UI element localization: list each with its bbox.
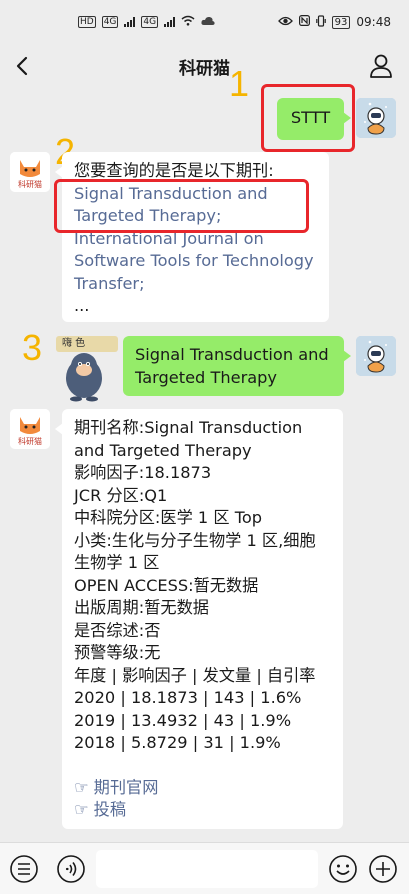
user-avatar[interactable] <box>356 98 396 138</box>
svg-text:科研猫: 科研猫 <box>18 179 42 189</box>
plus-icon[interactable] <box>368 854 398 884</box>
input-bar <box>0 842 409 894</box>
user-icon[interactable] <box>367 52 395 80</box>
detail-publication-cycle: 出版周期:暂无数据 <box>74 598 209 617</box>
status-right: 93 09:48 <box>277 14 391 30</box>
options-ellipsis: ... <box>74 296 90 315</box>
detail-subcategory-cont: 生物学 1 区 <box>74 553 160 572</box>
submission-link[interactable]: ☞ 投稿 <box>74 799 331 822</box>
detail-spacer <box>74 755 331 777</box>
detail-row-2020: 2020 | 18.1873 | 143 | 1.6% <box>74 688 302 707</box>
battery-level: 93 <box>331 15 351 29</box>
detail-table-header: 年度 | 影响因子 | 发文量 | 自引率 <box>74 665 316 685</box>
highlight-box-1 <box>261 84 355 152</box>
status-left: HD 4G 4G <box>78 15 215 29</box>
detail-is-review: 是否综述:否 <box>74 620 161 640</box>
annotation-number-3: 3 <box>22 327 43 368</box>
chevron-left-icon[interactable] <box>8 52 36 80</box>
option-2-line-2[interactable]: Software Tools for Technology <box>74 250 317 273</box>
message-bubble-journal-details[interactable]: 期刊名称:Signal Transduction and Targeted Th… <box>55 409 343 829</box>
clock: 09:48 <box>356 15 391 29</box>
detail-open-access: OPEN ACCESS:暂无数据 <box>74 575 259 595</box>
detail-warning-level: 预警等级:无 <box>74 643 161 662</box>
message-bubble-journal-name[interactable]: Signal Transduction and Targeted Therapy <box>123 336 351 396</box>
signal-icon-2 <box>164 17 176 27</box>
chat-title: 科研猫 <box>179 58 230 79</box>
vibrate-icon <box>315 14 326 30</box>
cloud-icon <box>201 15 215 29</box>
bot-avatar-2[interactable]: 科研猫 <box>10 409 50 449</box>
detail-row-2018: 2018 | 5.8729 | 31 | 1.9% <box>74 733 281 752</box>
highlight-box-2 <box>54 179 309 233</box>
message-input[interactable] <box>96 850 318 888</box>
detail-impact-factor: 影响因子:18.1873 <box>74 463 212 482</box>
hd-badge: HD <box>78 16 96 28</box>
status-bar: HD 4G 4G 93 09:48 <box>0 0 409 44</box>
wifi-icon <box>181 15 195 29</box>
eye-icon <box>277 15 293 29</box>
annotation-number-1: 1 <box>229 63 250 104</box>
nav-bar: 科研猫 <box>0 44 409 88</box>
nfc-icon <box>298 15 310 29</box>
message-line-1: Signal Transduction and <box>135 345 329 364</box>
detail-jcr-quartile: JCR 分区:Q1 <box>74 485 168 505</box>
svg-text:科研猫: 科研猫 <box>18 436 42 446</box>
detail-cas-zone: 中科院分区:医学 1 区 Top <box>74 508 263 527</box>
network-4g-badge-2: 4G <box>141 16 159 28</box>
detail-row-2019: 2019 | 13.4932 | 43 | 1.9% <box>74 710 292 730</box>
sticker-tag: 嗨 色 <box>56 336 118 352</box>
detail-journal-name: 期刊名称:Signal Transduction <box>74 418 303 437</box>
bot-avatar[interactable]: 科研猫 <box>10 152 50 192</box>
option-2-line-3[interactable]: Transfer; <box>74 273 317 296</box>
detail-subcategory: 小类:生化与分子生物学 1 区,细胞 <box>74 530 316 550</box>
message-line-2: Targeted Therapy <box>135 367 277 387</box>
message-bubble-journal-options[interactable]: 您要查询的是否是以下期刊: Signal Transduction and Ta… <box>55 152 329 322</box>
voice-icon[interactable] <box>56 854 86 884</box>
user-avatar-2[interactable] <box>356 336 396 376</box>
menu-list-icon[interactable] <box>9 854 39 884</box>
journal-website-link[interactable]: ☞ 期刊官网 <box>74 777 331 800</box>
signal-icon <box>124 17 136 27</box>
network-4g-badge: 4G <box>101 16 119 28</box>
emoji-icon[interactable] <box>328 854 358 884</box>
detail-journal-name-cont: and Targeted Therapy <box>74 440 252 460</box>
